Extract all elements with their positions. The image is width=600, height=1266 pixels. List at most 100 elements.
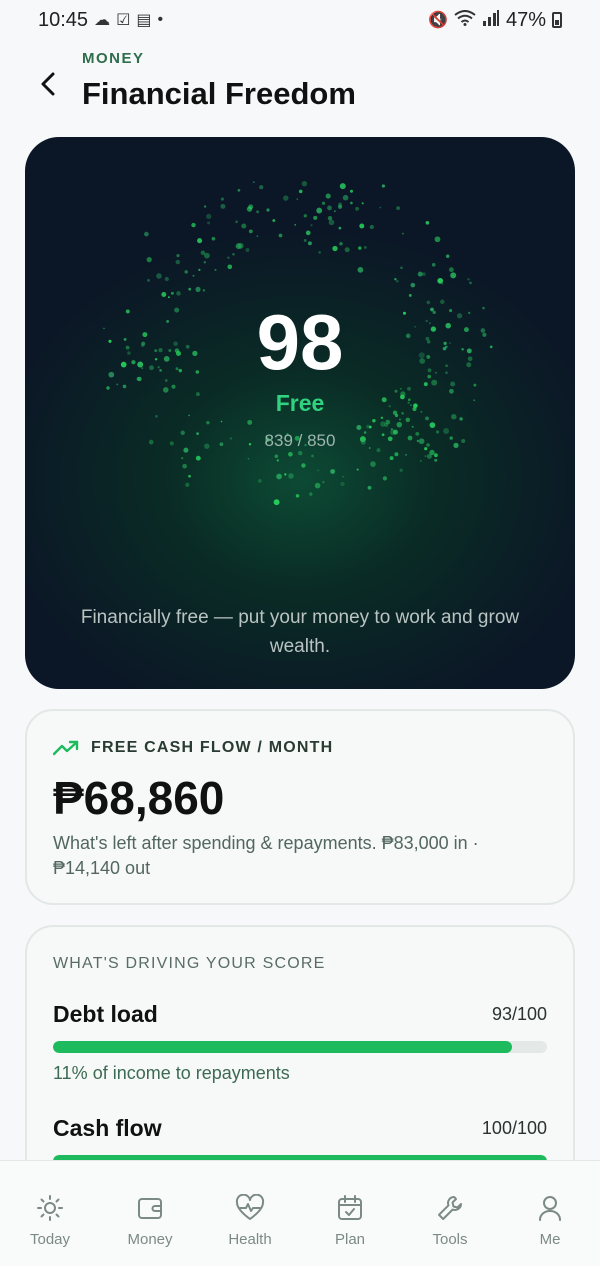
particle-dot: [246, 206, 253, 212]
battery-percent: 47%: [505, 8, 546, 31]
particle-dot: [191, 222, 196, 228]
metric-note: 11% of income to repayments: [53, 1063, 290, 1083]
particle-dot: [396, 421, 403, 428]
particle-dot: [301, 463, 306, 468]
particle-dot: [297, 450, 303, 456]
particle-dot: [314, 482, 321, 489]
particle-dot: [247, 419, 253, 425]
particle-dot: [367, 485, 372, 490]
sun-icon: [35, 1193, 65, 1223]
particle-dot: [370, 461, 376, 467]
particle-dot: [400, 266, 403, 270]
signal-icon: [482, 9, 500, 31]
metric-debt-load[interactable]: Debt load 93/100 11% of income to repaym…: [53, 1001, 547, 1091]
metric-name: Debt load: [53, 1001, 158, 1027]
particle-dot: [328, 219, 335, 226]
particle-dot: [245, 248, 250, 252]
particle-dot: [227, 256, 230, 259]
particle-dot: [272, 219, 276, 222]
particle-dot: [185, 482, 190, 487]
nav-item-health[interactable]: Health: [200, 1161, 300, 1266]
particle-dot: [396, 206, 400, 210]
particle-dot: [195, 286, 201, 292]
particle-dot: [146, 256, 152, 263]
particle-dot: [283, 195, 289, 201]
score-fraction: 839 / 850: [264, 431, 336, 450]
particle-dot: [330, 469, 336, 474]
score-description: Financially free — put your money to wor…: [80, 607, 520, 657]
particle-dot: [309, 492, 313, 496]
particle-dot: [273, 499, 280, 506]
particle-dot: [417, 271, 423, 277]
particle-dot: [220, 203, 226, 209]
particle-dot: [394, 452, 399, 457]
particle-dot: [363, 245, 367, 249]
particle-dot: [431, 262, 436, 267]
particle-dot: [202, 289, 206, 292]
particle-dot: [384, 422, 389, 428]
particle-dot: [256, 210, 260, 214]
nav-label: Health: [228, 1231, 272, 1248]
nav-item-tools[interactable]: Tools: [400, 1161, 500, 1266]
cash-flow-card[interactable]: FREE CASH FLOW / MONTH ₱68,860 What's le…: [25, 709, 575, 905]
page-header: MONEY Financial Freedom: [0, 48, 600, 118]
particle-dot: [288, 473, 294, 479]
particle-dot: [322, 481, 325, 484]
particle-dot: [188, 287, 192, 291]
nav-item-today[interactable]: Today: [0, 1161, 100, 1266]
particle-dot: [144, 231, 149, 237]
metric-name: Cash flow: [53, 1115, 162, 1141]
cloud-icon: ☁: [94, 12, 111, 29]
particle-dot: [445, 254, 450, 258]
nav-item-plan[interactable]: Plan: [300, 1161, 400, 1266]
particle-dot: [411, 425, 414, 428]
cash-flow-description: What's left after spending & repayments.…: [53, 833, 479, 878]
particle-dot: [278, 233, 283, 238]
particle-dot: [366, 424, 370, 429]
status-time: 10:45: [38, 8, 89, 31]
back-button[interactable]: [30, 66, 66, 102]
particle-dot: [327, 215, 333, 221]
particle-dot: [147, 278, 150, 282]
particle-dot: [379, 206, 382, 209]
person-icon: [535, 1193, 565, 1223]
particle-dot: [207, 221, 211, 225]
particle-dot: [338, 226, 342, 230]
particle-dot: [441, 282, 444, 285]
nav-item-me[interactable]: Me: [500, 1161, 600, 1266]
nav-item-money[interactable]: Money: [100, 1161, 200, 1266]
particle-dot: [356, 424, 362, 431]
particle-dot: [311, 454, 314, 458]
metric-score: 93/100: [491, 1004, 547, 1024]
freedom-score: 98: [256, 298, 344, 386]
particle-dot: [448, 267, 454, 273]
particle-dot: [276, 459, 279, 462]
particle-dot: [256, 235, 259, 237]
particle-dot: [342, 475, 345, 478]
particle-dot: [195, 455, 201, 461]
particle-dot: [170, 291, 174, 295]
particle-dot: [220, 420, 223, 423]
particle-dot: [237, 188, 241, 192]
particle-dot: [276, 473, 282, 480]
particle-dot: [316, 207, 323, 214]
particle-dot: [359, 223, 365, 229]
particle-dot: [327, 205, 332, 211]
particle-dot: [344, 247, 350, 253]
particle-dot: [325, 193, 331, 199]
trending-up-icon: [53, 740, 79, 756]
nav-label: Me: [539, 1231, 561, 1248]
particle-dot: [402, 232, 404, 235]
page-eyebrow: MONEY: [82, 50, 145, 67]
particle-dot: [298, 189, 303, 194]
drivers-title: WHAT'S DRIVING YOUR SCORE: [53, 955, 326, 972]
particle-dot: [220, 197, 224, 201]
particle-dot: [369, 224, 374, 230]
cash-flow-title: FREE CASH FLOW / MONTH: [91, 739, 334, 756]
particle-dot: [203, 205, 207, 208]
particle-dot: [399, 468, 403, 472]
particle-dot: [257, 479, 262, 483]
particle-dot: [235, 220, 238, 224]
wrench-icon: [435, 1193, 465, 1223]
score-hero-card: 98 Free 839 / 850 Financially free — put…: [25, 137, 575, 689]
